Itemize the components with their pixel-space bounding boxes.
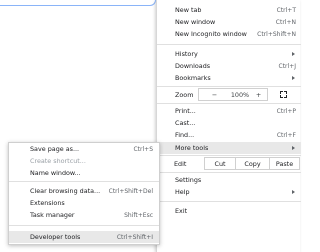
menu-item-print[interactable]: Print... Ctrl+P	[157, 105, 301, 117]
menu-item-label: Print...	[175, 107, 196, 115]
zoom-level-value: 100%	[230, 88, 250, 101]
menu-item-label: New tab	[175, 6, 202, 14]
submenu-item-save-page[interactable]: Save page as... Ctrl+S	[9, 143, 159, 155]
menu-item-label: Help	[175, 188, 190, 196]
submenu-arrow-icon	[292, 190, 295, 194]
menu-item-downloads[interactable]: Downloads Ctrl+J	[157, 60, 301, 72]
menu-item-shortcut: Ctrl+Shift+N	[257, 30, 296, 38]
submenu-item-label: Clear browsing data...	[30, 187, 101, 195]
submenu-item-label: Extensions	[30, 199, 65, 207]
menu-item-label: More tools	[175, 144, 209, 152]
menu-item-label: Bookmarks	[175, 74, 211, 82]
menu-item-label: Settings	[175, 176, 202, 184]
menu-item-label: New window	[175, 18, 216, 26]
menu-item-label: History	[175, 50, 198, 58]
menu-item-find[interactable]: Find... Ctrl+F	[157, 129, 301, 141]
submenu-item-label: Task manager	[30, 211, 75, 219]
menu-item-label: Cast...	[175, 119, 196, 127]
submenu-item-label: Developer tools	[30, 233, 81, 241]
submenu-item-label: Create shortcut...	[30, 157, 86, 165]
submenu-item-label: Save page as...	[30, 145, 80, 153]
address-bar-edge	[0, 0, 156, 6]
submenu-separator	[9, 225, 159, 226]
menu-item-cast[interactable]: Cast...	[157, 117, 301, 129]
submenu-item-label: Name window...	[30, 169, 81, 177]
menu-item-shortcut: Ctrl+P	[276, 107, 296, 115]
menu-item-shortcut: Ctrl+N	[275, 18, 296, 26]
edit-label: Edit	[174, 160, 187, 168]
menu-separator	[157, 44, 301, 45]
submenu-arrow-icon	[292, 146, 295, 150]
fullscreen-button[interactable]	[276, 88, 290, 101]
submenu-arrow-icon	[292, 52, 295, 56]
menu-separator	[157, 103, 301, 104]
menu-item-history[interactable]: History	[157, 48, 301, 60]
menu-item-label: Downloads	[175, 62, 211, 70]
submenu-item-shortcut: Ctrl+Shift+I	[116, 233, 153, 241]
menu-item-new-incognito-window[interactable]: New Incognito window Ctrl+Shift+N	[157, 28, 301, 40]
cut-button[interactable]: Cut	[204, 157, 236, 170]
submenu-item-developer-tools[interactable]: Developer tools Ctrl+Shift+I	[9, 231, 159, 243]
copy-button[interactable]: Copy	[236, 157, 270, 170]
menu-separator	[157, 172, 301, 173]
more-tools-submenu: Save page as... Ctrl+S Create shortcut..…	[8, 142, 160, 245]
menu-separator	[157, 86, 301, 87]
menu-item-more-tools[interactable]: More tools	[157, 142, 301, 154]
menu-item-label: Exit	[175, 207, 188, 215]
menu-item-exit[interactable]: Exit	[157, 205, 301, 217]
menu-item-settings[interactable]: Settings	[157, 174, 301, 186]
menu-item-new-tab[interactable]: New tab Ctrl+T	[157, 4, 301, 16]
zoom-out-button[interactable]: −	[198, 88, 230, 101]
zoom-label: Zoom	[175, 91, 194, 99]
menu-separator	[157, 155, 301, 156]
zoom-in-button[interactable]: +	[250, 88, 268, 101]
paste-button[interactable]: Paste	[270, 157, 300, 170]
submenu-item-create-shortcut[interactable]: Create shortcut...	[9, 155, 159, 167]
menu-item-label: New Incognito window	[175, 30, 247, 38]
submenu-item-shortcut: Ctrl+Shift+Del	[108, 187, 153, 195]
fullscreen-icon	[279, 91, 287, 98]
menu-item-shortcut: Ctrl+F	[276, 131, 296, 139]
submenu-item-shortcut: Ctrl+S	[133, 145, 153, 153]
chrome-main-menu: New tab Ctrl+T New window Ctrl+N New Inc…	[156, 0, 301, 252]
submenu-item-task-manager[interactable]: Task manager Shift+Esc	[9, 209, 159, 221]
menu-item-label: Find...	[175, 131, 195, 139]
menu-item-new-window[interactable]: New window Ctrl+N	[157, 16, 301, 28]
menu-item-shortcut: Ctrl+J	[278, 62, 296, 70]
submenu-arrow-icon	[292, 76, 295, 80]
submenu-item-name-window[interactable]: Name window...	[9, 167, 159, 179]
submenu-separator	[9, 181, 159, 182]
menu-item-bookmarks[interactable]: Bookmarks	[157, 72, 301, 84]
menu-separator	[157, 201, 301, 202]
menu-item-shortcut: Ctrl+T	[276, 6, 296, 14]
submenu-item-extensions[interactable]: Extensions	[9, 197, 159, 209]
submenu-item-shortcut: Shift+Esc	[124, 211, 153, 219]
submenu-item-clear-browsing-data[interactable]: Clear browsing data... Ctrl+Shift+Del	[9, 185, 159, 197]
menu-item-help[interactable]: Help	[157, 186, 301, 198]
